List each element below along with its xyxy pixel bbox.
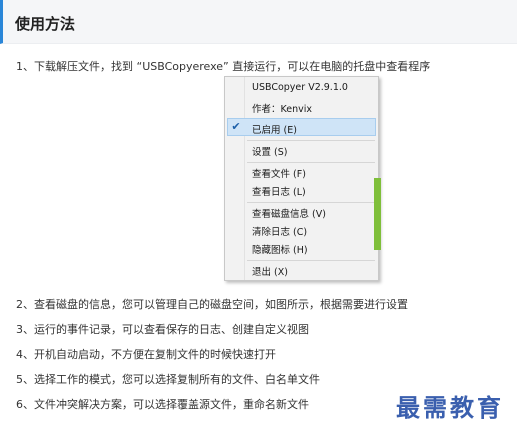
menu-item-disk-info[interactable]: 查看磁盘信息 (V) <box>252 206 326 220</box>
step-2: 2、查看磁盘的信息，您可以管理自己的磁盘空间，如图所示，根据需要进行设置 <box>16 298 408 311</box>
menu-app-name: USBCopyer V2.9.1.0 <box>252 82 348 93</box>
menu-author: 作者：Kenvix <box>252 104 313 115</box>
menu-item-highlight <box>227 118 376 136</box>
menu-separator <box>247 202 375 203</box>
step-3: 3、运行的事件记录，可以查看保存的日志、创建自定义视图 <box>16 323 309 336</box>
watermark-logo: 最需教育 <box>396 393 504 422</box>
context-menu-screenshot: USBCopyer V2.9.1.0 作者：Kenvix ✔ 已启用 (E) 设… <box>224 76 379 281</box>
menu-separator <box>247 162 375 163</box>
step-4: 4、开机自动启动，不方便在复制文件的时候快速打开 <box>16 348 276 361</box>
menu-separator <box>247 260 375 261</box>
section-title: 使用方法 <box>15 15 76 33</box>
section-header: 使用方法 <box>0 0 517 44</box>
menu-item-exit[interactable]: 退出 (X) <box>252 264 288 278</box>
menu-item-enabled[interactable]: 已启用 (E) <box>252 122 297 136</box>
step-6: 6、文件冲突解决方案，可以选择覆盖源文件，重命名新文件 <box>16 398 309 411</box>
menu-separator <box>247 140 375 141</box>
menu-gutter <box>225 77 245 280</box>
menu-item-clear-log[interactable]: 清除日志 (C) <box>252 224 307 238</box>
desktop-background-strip <box>374 178 381 250</box>
step-1: 1、下载解压文件，找到 “USBCopyerexe” 直接运行，可以在电脑的托盘… <box>16 60 431 73</box>
menu-item-view-files[interactable]: 查看文件 (F) <box>252 166 306 180</box>
checkmark-icon: ✔ <box>231 120 241 133</box>
menu-item-hide-icon[interactable]: 隐藏图标 (H) <box>252 242 308 256</box>
step-5: 5、选择工作的模式，您可以选择复制所有的文件、白名单文件 <box>16 373 320 386</box>
menu-item-settings[interactable]: 设置 (S) <box>252 144 287 158</box>
menu-item-view-log[interactable]: 查看日志 (L) <box>252 184 306 198</box>
